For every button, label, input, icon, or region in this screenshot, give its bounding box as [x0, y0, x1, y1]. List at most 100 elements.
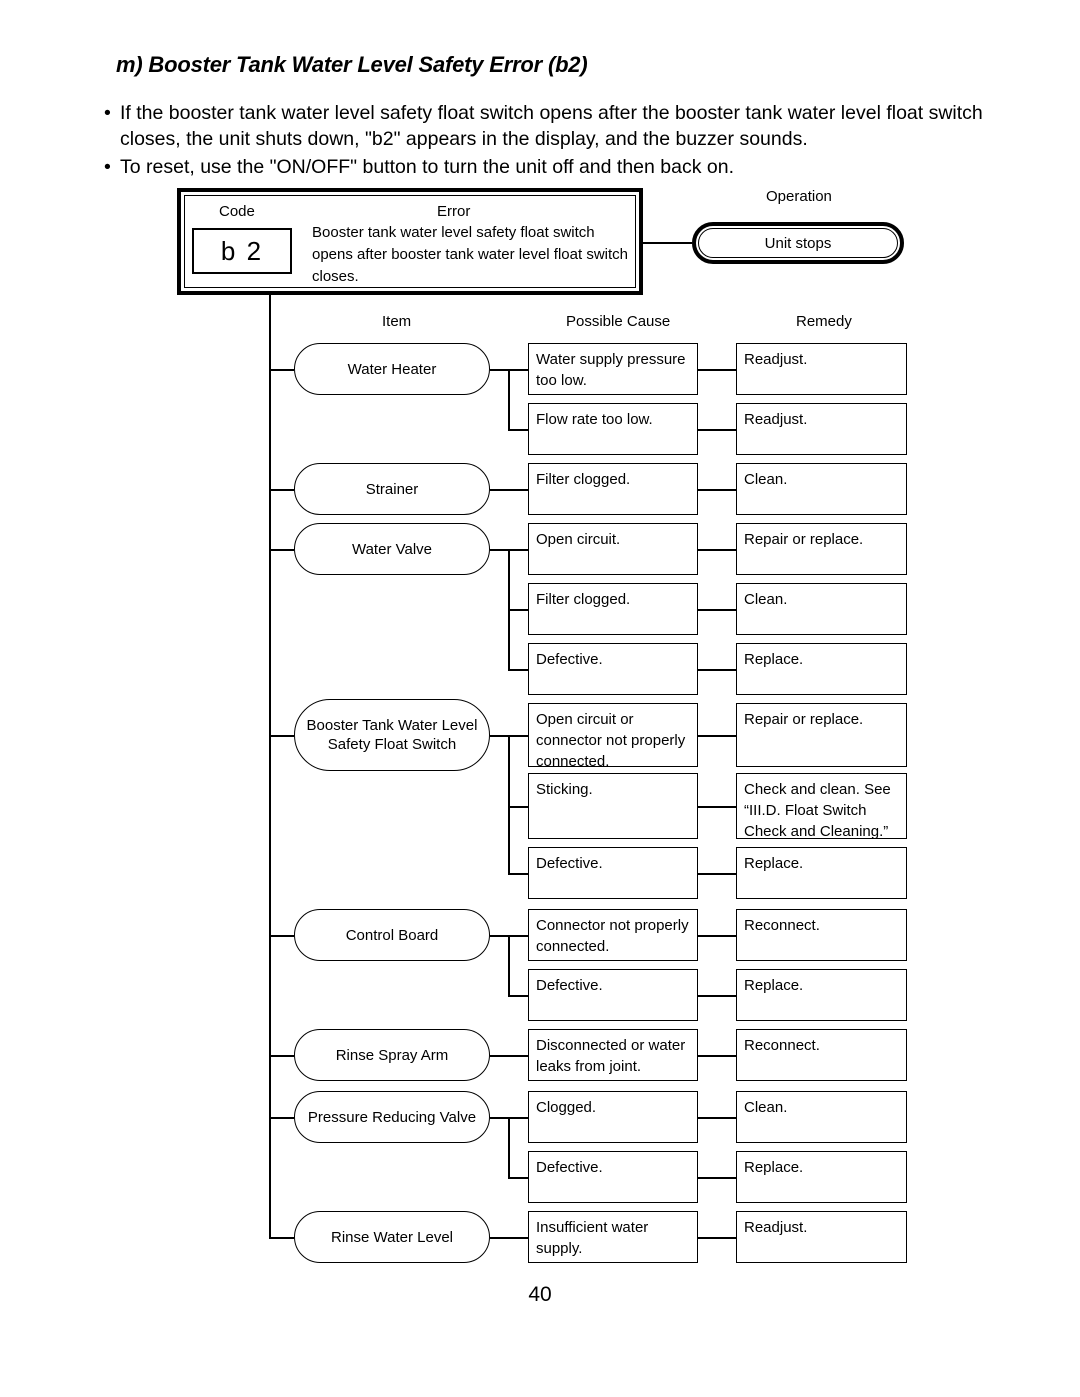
- flowchart-item-label: Pressure Reducing Valve: [307, 1108, 477, 1126]
- flowchart-item-pill: Pressure Reducing Valve: [294, 1091, 490, 1143]
- flowchart-cause-box: Insufficient water supply.: [528, 1211, 698, 1263]
- connector-item-to-trunk: [490, 549, 510, 551]
- connector-cause-to-remedy: [698, 873, 736, 875]
- connector-branch-to-cause: [508, 669, 528, 671]
- flowchart-item-label: Rinse Water Level: [331, 1228, 453, 1246]
- connector-branch-to-cause: [508, 935, 528, 937]
- connector-item-to-trunk: [490, 1117, 510, 1119]
- connector-rail-to-item: [269, 1055, 294, 1057]
- flowchart-item-label: Strainer: [365, 480, 419, 498]
- connector-cause-to-remedy: [698, 806, 736, 808]
- flowchart-remedy-box: Clean.: [736, 463, 907, 515]
- connector-branch-to-cause: [508, 1177, 528, 1179]
- flowchart-cause-box: Open circuit.: [528, 523, 698, 575]
- connector-branch-trunk: [508, 1117, 510, 1177]
- page-number: 40: [528, 1283, 552, 1306]
- flowchart-cause-box: Disconnected or water leaks from joint.: [528, 1029, 698, 1081]
- flowchart-item-pill: Water Heater: [294, 343, 490, 395]
- connector-cause-to-remedy: [698, 935, 736, 937]
- connector-branch-to-cause: [508, 609, 528, 611]
- flowchart-cause-box: Sticking.: [528, 773, 698, 839]
- bullet-text: To reset, use the "ON/OFF" button to tur…: [120, 156, 735, 178]
- code-label: Code: [219, 203, 255, 220]
- connector-branch-to-cause: [508, 369, 528, 371]
- connector-rail-to-item: [269, 735, 294, 737]
- flowchart-item-label: Rinse Spray Arm: [335, 1046, 449, 1064]
- flowchart-item-label: Water Valve: [351, 540, 433, 558]
- column-header-item: Item: [382, 313, 412, 330]
- connector-item-to-cause: [490, 1055, 528, 1057]
- connector-rail-to-item: [269, 1237, 294, 1239]
- connector-branch-trunk: [508, 735, 510, 873]
- connector-item-to-trunk: [490, 369, 510, 371]
- flowchart-main-rail: [269, 295, 271, 1237]
- connector-rail-to-item: [269, 1117, 294, 1119]
- flowchart-cause-box: Water supply pressure too low.: [528, 343, 698, 395]
- connector-cause-to-remedy: [698, 735, 736, 737]
- flowchart-item-pill: Booster Tank Water Level Safety Float Sw…: [294, 699, 490, 771]
- bullet-marker: •: [104, 102, 111, 124]
- flowchart-cause-box: Defective.: [528, 643, 698, 695]
- flowchart-cause-box: Defective.: [528, 1151, 698, 1203]
- flowchart-remedy-box: Reconnect.: [736, 909, 907, 961]
- connector-branch-to-cause: [508, 995, 528, 997]
- flowchart-remedy-box: Replace.: [736, 1151, 907, 1203]
- operation-result-text: Unit stops: [698, 228, 898, 258]
- flowchart-remedy-box: Replace.: [736, 969, 907, 1021]
- flowchart-cause-box: Clogged.: [528, 1091, 698, 1143]
- column-header-remedy: Remedy: [796, 313, 852, 330]
- flowchart-remedy-box: Replace.: [736, 847, 907, 899]
- error-label: Error: [437, 203, 471, 220]
- connector-cause-to-remedy: [698, 995, 736, 997]
- flowchart-item-pill: Control Board: [294, 909, 490, 961]
- connector-cause-to-remedy: [698, 369, 736, 371]
- connector-rail-to-item: [269, 935, 294, 937]
- connector-cause-to-remedy: [698, 429, 736, 431]
- flowchart-cause-box: Flow rate too low.: [528, 403, 698, 455]
- flowchart-remedy-box: Clean.: [736, 1091, 907, 1143]
- flowchart-item-pill: Rinse Water Level: [294, 1211, 490, 1263]
- flowchart-cause-box: Filter clogged.: [528, 583, 698, 635]
- connector-branch-to-cause: [508, 735, 528, 737]
- connector-rail-to-item: [269, 549, 294, 551]
- flowchart-item-pill: Water Valve: [294, 523, 490, 575]
- connector-branch-to-cause: [508, 429, 528, 431]
- connector-cause-to-remedy: [698, 609, 736, 611]
- flowchart-remedy-box: Replace.: [736, 643, 907, 695]
- connector-branch-to-cause: [508, 1117, 528, 1119]
- manual-page: m) Booster Tank Water Level Safety Error…: [0, 0, 1080, 1397]
- flowchart-cause-box: Defective.: [528, 969, 698, 1021]
- connector-cause-to-remedy: [698, 1237, 736, 1239]
- flowchart-cause-box: Connector not properly connected.: [528, 909, 698, 961]
- list-item: • If the booster tank water level safety…: [104, 100, 984, 152]
- connector-rail-to-item: [269, 489, 294, 491]
- connector-branch-trunk: [508, 935, 510, 995]
- connector-item-to-cause: [490, 489, 528, 491]
- flowchart-item-pill: Rinse Spray Arm: [294, 1029, 490, 1081]
- connector-cause-to-remedy: [698, 1055, 736, 1057]
- flowchart-cause-box: Open circuit or connector not properly c…: [528, 703, 698, 770]
- flowchart-remedy-box: Clean.: [736, 583, 907, 635]
- connector-cause-to-remedy: [698, 549, 736, 551]
- list-item: • To reset, use the "ON/OFF" button to t…: [104, 154, 984, 180]
- error-code-display: b 2: [192, 228, 292, 274]
- connector-cause-to-remedy: [698, 489, 736, 491]
- flowchart-item-label: Booster Tank Water Level Safety Float Sw…: [306, 717, 478, 753]
- connector-item-to-trunk: [490, 735, 510, 737]
- operation-label: Operation: [766, 188, 832, 205]
- operation-result-pill: Unit stops: [692, 222, 904, 264]
- connector-branch-to-cause: [508, 873, 528, 875]
- flowchart-item-label: Control Board: [345, 926, 439, 944]
- connector-branch-to-cause: [508, 806, 528, 808]
- flowchart-remedy-box: Readjust.: [736, 343, 907, 395]
- flowchart-remedy-box: Reconnect.: [736, 1029, 907, 1081]
- flowchart-cause-box: Defective.: [528, 847, 698, 899]
- flowchart-remedy-box: Readjust.: [736, 1211, 907, 1263]
- connector-branch-trunk: [508, 549, 510, 669]
- connector-cause-to-remedy: [698, 1117, 736, 1119]
- connector-rail-to-item: [269, 369, 294, 371]
- column-header-cause: Possible Cause: [566, 313, 671, 330]
- connector-branch-trunk: [508, 369, 510, 429]
- error-description: Booster tank water level safety float sw…: [312, 224, 628, 285]
- intro-bullets: • If the booster tank water level safety…: [104, 100, 984, 182]
